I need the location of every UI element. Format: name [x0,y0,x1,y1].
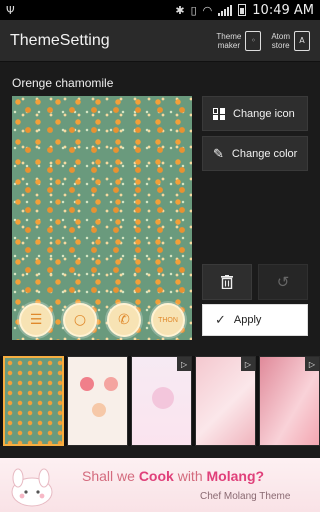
theme-thumbnail[interactable] [67,356,129,446]
atom-store-label: Atom store [271,31,290,50]
preview-dock: ☰ ○ ✆ THON [12,300,192,340]
trash-icon [221,275,233,289]
dropper-icon: ✎ [213,145,224,161]
delete-button[interactable] [202,264,252,300]
reset-button[interactable]: ↺ [258,264,308,300]
play-icon: ▷ [241,357,255,371]
vibrate-icon: ▯ [190,3,197,17]
theme-thumbnail[interactable]: ▷ [195,356,256,446]
ad-subtitle: Chef Molang Theme [200,491,291,502]
ad-headline: Shall we Cook with Molang? [82,468,264,484]
theme-thumbnail[interactable]: ▷ [259,356,320,446]
theme-thumbnail[interactable] [3,356,65,446]
change-color-label: Change color [231,147,298,160]
ad-headline-highlight: Molang? [206,468,265,484]
theme-thumbnail-strip: ▷ ▷ ▷ [0,356,320,446]
thumbnail-mark [92,403,107,417]
play-icon: ▷ [304,357,319,371]
calendar-icon: ☰ [19,303,53,337]
app-title: ThemeSetting [10,31,110,49]
apply-label: Apply [233,314,262,326]
ad-headline-part: with [173,468,207,484]
change-color-button[interactable]: ✎ Change color [202,136,308,171]
apply-button[interactable]: ✓ Apply [202,304,308,336]
wifi-icon: ◠ [202,3,213,17]
atom-store-button[interactable]: Atom store A [271,30,310,51]
thumbnail-mark [152,387,175,409]
thumbnail-mark [80,377,95,391]
thumbnail-mark [104,377,119,391]
atom-store-icon: A [294,30,310,51]
ad-banner[interactable]: Shall we Cook with Molang? Chef Molang T… [0,458,320,512]
theme-name: Orenge chamomile [12,76,114,90]
search-icon: ○ [63,303,97,337]
theme-maker-label: Theme maker [216,31,242,50]
battery-icon [238,4,247,16]
signal-icon [218,4,233,16]
ad-headline-part: Shall we [82,468,139,484]
undo-icon: ↺ [276,274,290,291]
molang-mascot-icon [11,468,53,507]
grid-icon [213,107,225,120]
action-bar: ThemeSetting Theme maker ◦ Atom store A [0,20,320,62]
theme-maker-button[interactable]: Theme maker ◦ [216,30,262,51]
play-icon: ▷ [177,357,192,371]
theme-thumbnail[interactable]: ▷ [131,356,193,446]
theme-preview: ☰ ○ ✆ THON [12,96,192,340]
status-bar: Ψ ✱ ▯ ◠ 10:49 AM [0,0,320,20]
theme-maker-icon: ◦ [245,30,262,51]
ad-headline-highlight: Cook [138,468,174,484]
check-icon: ✓ [215,312,226,327]
change-icon-label: Change icon [233,107,295,120]
theme-icon: THON [151,303,185,337]
phone-icon: ✆ [107,303,141,337]
bluetooth-icon: ✱ [175,3,185,17]
usb-icon: Ψ [6,3,15,17]
status-time: 10:49 AM [252,2,314,18]
change-icon-button[interactable]: Change icon [202,96,308,131]
